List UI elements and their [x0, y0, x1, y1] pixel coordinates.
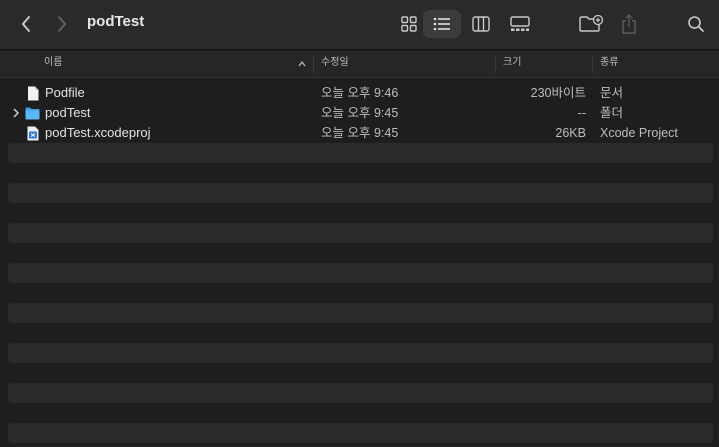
share-icon[interactable] — [618, 11, 640, 37]
file-name: podTest.xcodeproj — [45, 125, 151, 140]
file-list: Podfile 오늘 오후 9:46 230바이트 문서 podTest 오늘 … — [0, 79, 719, 447]
empty-row-stripe — [8, 303, 713, 323]
file-size: 230바이트 — [530, 86, 586, 100]
gallery-view-icon[interactable] — [501, 10, 539, 38]
empty-row-stripe — [8, 183, 713, 203]
file-kind: 폴더 — [600, 106, 624, 120]
file-size: -- — [577, 106, 586, 120]
toolbar: podTest — [0, 0, 719, 50]
file-date: 오늘 오후 9:45 — [321, 106, 399, 120]
column-divider[interactable] — [592, 55, 593, 73]
new-folder-icon[interactable] — [578, 12, 604, 36]
empty-row-stripe — [8, 143, 713, 163]
file-size: 26KB — [555, 126, 586, 140]
file-name: Podfile — [45, 85, 85, 100]
empty-row-stripe — [8, 223, 713, 243]
file-kind: 문서 — [600, 86, 624, 100]
xcodeproj-icon — [26, 126, 40, 141]
empty-row-stripe — [8, 343, 713, 363]
table-row[interactable]: Podfile 오늘 오후 9:46 230바이트 문서 — [0, 83, 719, 103]
folder-icon — [25, 106, 40, 121]
sort-ascending-icon[interactable] — [297, 52, 307, 78]
chevron-left-icon[interactable] — [14, 12, 38, 36]
file-kind: Xcode Project — [600, 126, 678, 140]
window-title: podTest — [87, 13, 145, 30]
view-mode-control — [390, 10, 538, 38]
file-date: 오늘 오후 9:45 — [321, 126, 399, 140]
document-icon — [26, 86, 40, 101]
column-name-header[interactable]: 이름 — [44, 51, 62, 77]
column-view-icon[interactable] — [462, 10, 500, 38]
file-name: podTest — [45, 105, 91, 120]
file-date: 오늘 오후 9:46 — [321, 86, 399, 100]
chevron-right-icon[interactable] — [50, 12, 74, 36]
column-kind-header[interactable]: 종류 — [600, 51, 618, 77]
column-size-header[interactable]: 크기 — [503, 51, 521, 77]
empty-row-stripe — [8, 423, 713, 443]
column-divider[interactable] — [313, 55, 314, 73]
table-row[interactable]: podTest 오늘 오후 9:45 -- 폴더 — [0, 103, 719, 123]
empty-row-stripe — [8, 263, 713, 283]
column-header: 이름 수정일 크기 종류 — [0, 51, 719, 78]
search-icon[interactable] — [684, 12, 708, 36]
column-divider[interactable] — [495, 55, 496, 73]
list-view-icon[interactable] — [423, 10, 461, 38]
table-row[interactable]: podTest.xcodeproj 오늘 오후 9:45 26KB Xcode … — [0, 123, 719, 143]
empty-row-stripe — [8, 383, 713, 403]
column-date-header[interactable]: 수정일 — [321, 51, 349, 77]
disclosure-triangle-icon[interactable] — [12, 107, 20, 119]
